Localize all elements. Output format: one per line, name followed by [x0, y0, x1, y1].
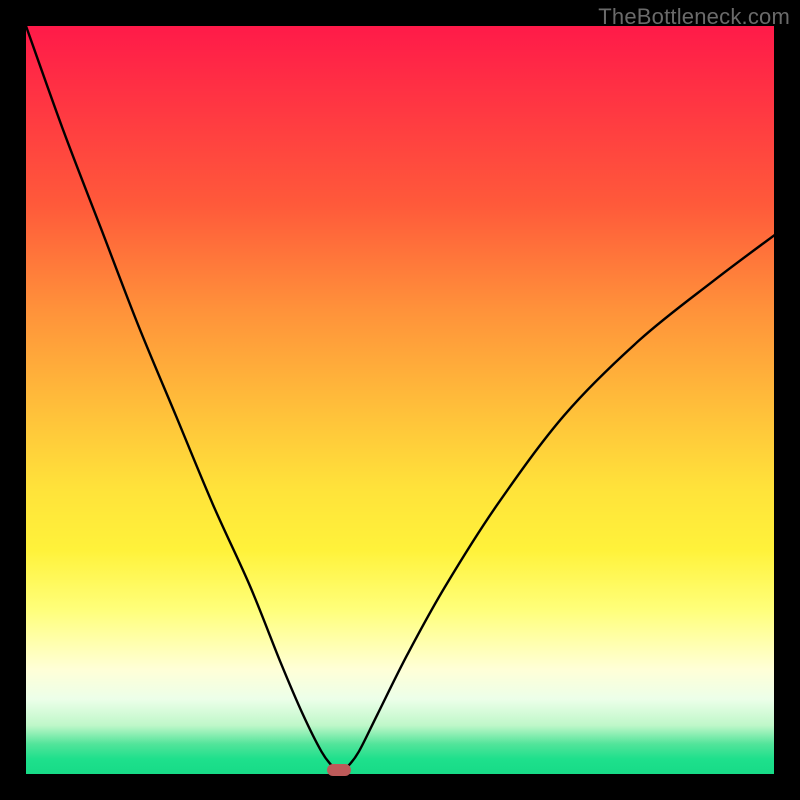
optimal-point-marker — [327, 764, 351, 776]
bottleneck-curve — [26, 26, 774, 774]
plot-area — [26, 26, 774, 774]
chart-frame: TheBottleneck.com — [0, 0, 800, 800]
